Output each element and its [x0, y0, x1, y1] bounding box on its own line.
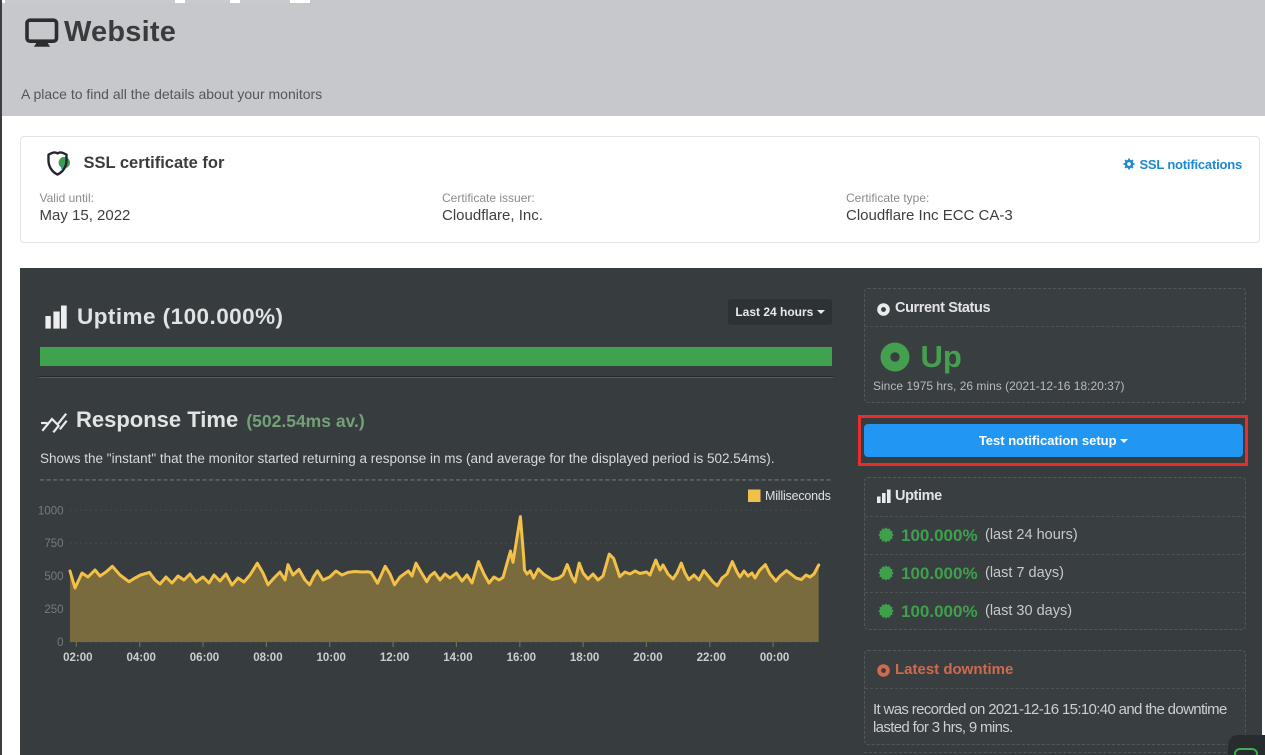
- svg-text:750: 750: [44, 538, 63, 550]
- svg-text:500: 500: [44, 571, 63, 583]
- svg-text:22:00: 22:00: [697, 652, 726, 664]
- svg-text:Milliseconds: Milliseconds: [765, 489, 831, 503]
- svg-text:12:00: 12:00: [380, 652, 409, 664]
- svg-text:1000: 1000: [38, 505, 64, 517]
- svg-text:06:00: 06:00: [190, 652, 219, 664]
- svg-text:16:00: 16:00: [507, 652, 536, 664]
- svg-text:250: 250: [44, 604, 63, 616]
- svg-text:14:00: 14:00: [443, 652, 472, 664]
- svg-text:20:00: 20:00: [633, 652, 662, 664]
- svg-text:00:00: 00:00: [760, 652, 789, 664]
- svg-text:18:00: 18:00: [570, 652, 599, 664]
- svg-text:10:00: 10:00: [316, 652, 345, 664]
- svg-text:02:00: 02:00: [63, 652, 92, 664]
- svg-text:0: 0: [57, 637, 63, 649]
- svg-text:08:00: 08:00: [253, 652, 282, 664]
- svg-text:04:00: 04:00: [126, 652, 155, 664]
